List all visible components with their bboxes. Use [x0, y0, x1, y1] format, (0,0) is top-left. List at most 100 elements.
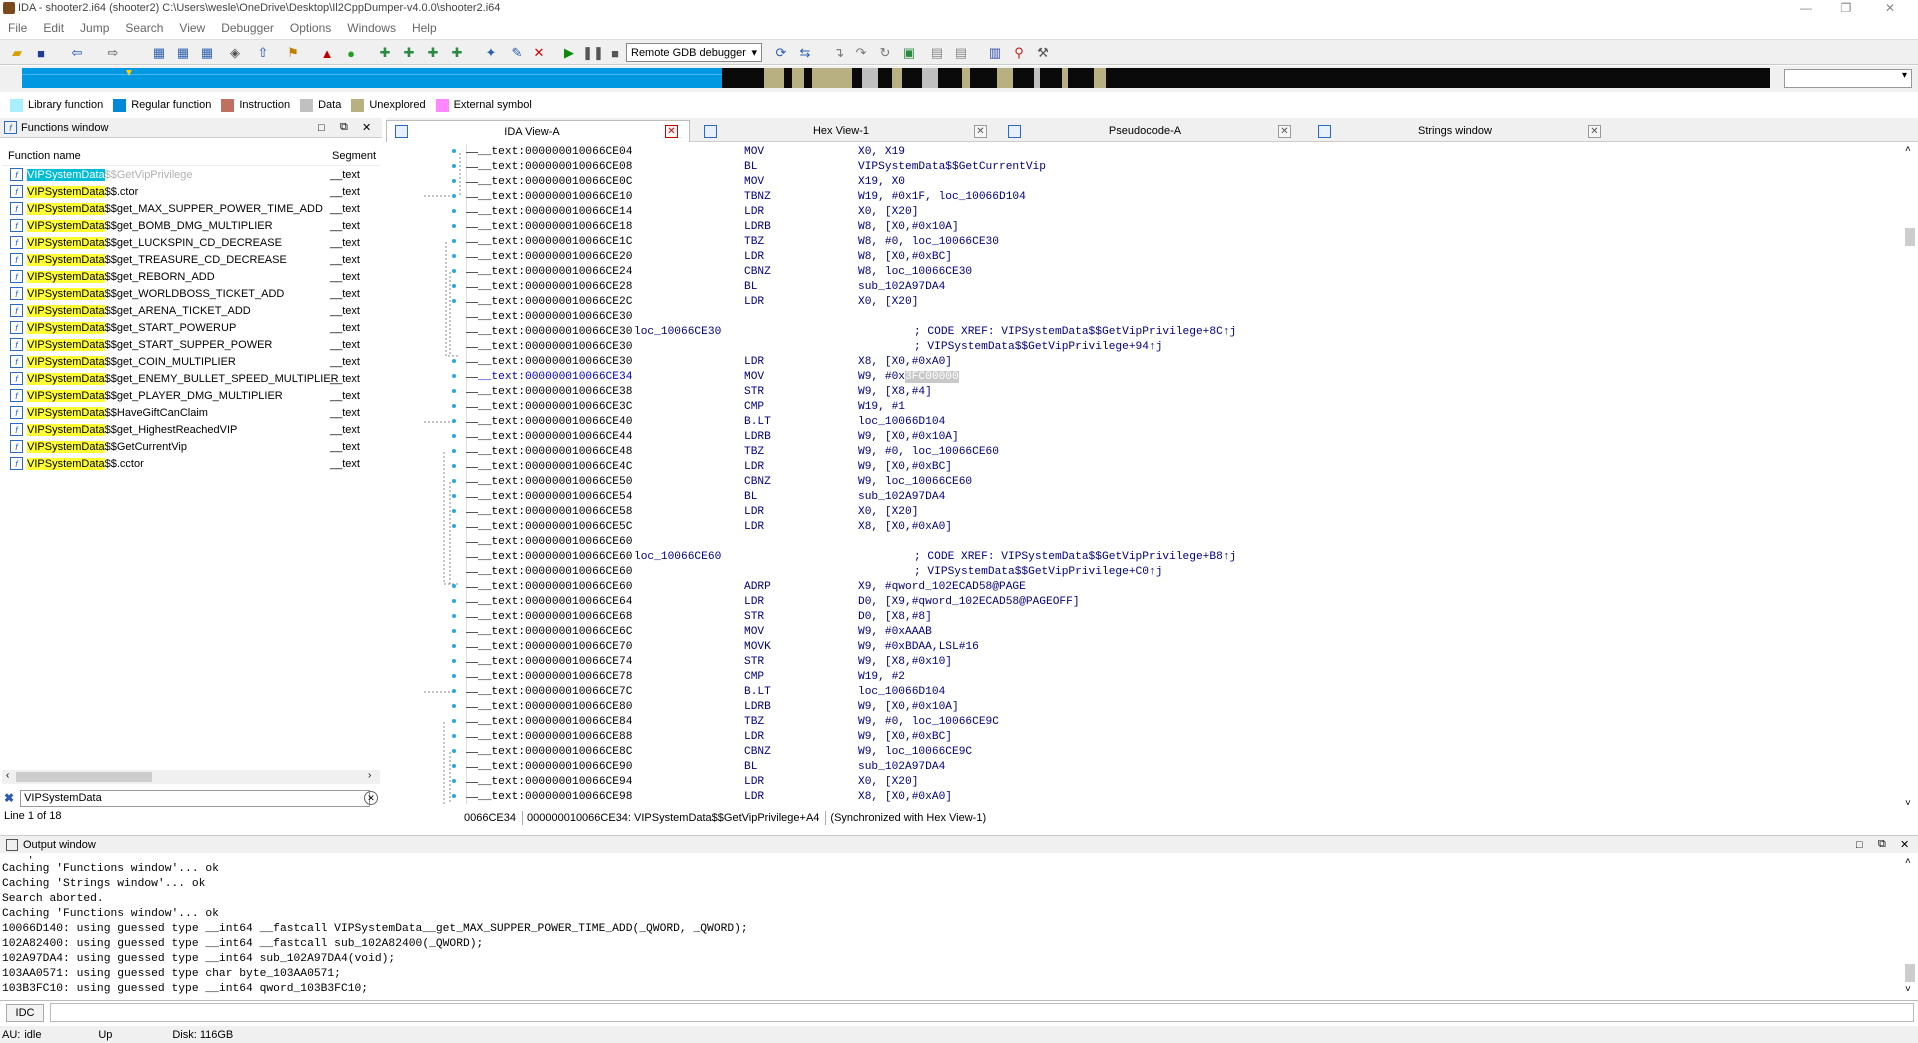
tracing-icon[interactable]: ▤ [952, 44, 970, 62]
disasm-line[interactable]: __text:000000010066CE2C LDR X0, [X20] [386, 295, 1886, 310]
delete-icon[interactable]: ✕ [530, 44, 548, 62]
pause-debug-icon[interactable]: ❚❚ [582, 44, 604, 62]
close-icon[interactable]: ✕ [1870, 0, 1910, 16]
plugin-icon[interactable]: ✦ [482, 44, 500, 62]
disassembly-view[interactable]: __text:000000010066CE04 MOV X0, X19 __text:… [386, 144, 1900, 804]
disasm-line[interactable]: __text:000000010066CE84 TBZ W9, #0, loc_10… [386, 715, 1886, 730]
disasm-line[interactable]: __text:000000010066CE78 CMP W19, #2 [386, 670, 1886, 685]
disasm-line[interactable]: __text:000000010066CE58 LDR X0, [X20] [386, 505, 1886, 520]
minimize-icon[interactable]: — [1786, 0, 1826, 16]
function-row[interactable]: f VIPSystemData $$get_HighestReachedVIP __t… [2, 421, 380, 438]
quick-filter-icon[interactable]: ✖ [4, 791, 14, 805]
function-row[interactable]: f VIPSystemData $$get_WORLDBOSS_TICKET_ADD… [2, 285, 380, 302]
function-row[interactable]: f VIPSystemData $$HaveGiftCanClaim __text [2, 404, 380, 421]
disasm-line[interactable]: __text:000000010066CE5C LDR X8, [X0,#0xA0] [386, 520, 1886, 535]
stop-debug-icon[interactable]: ■ [606, 44, 624, 62]
close-tab-icon[interactable]: ✕ [1278, 124, 1291, 138]
scroll-thumb[interactable] [1905, 228, 1915, 246]
tab-hex-view-1[interactable]: Hex View-1 ✕ [696, 120, 1000, 142]
disasm-line[interactable]: __text:000000010066CE18 LDRB W8, [X0,#0x10… [386, 220, 1886, 235]
tab-pseudocode-a[interactable]: Pseudocode-A ✕ [1000, 120, 1304, 142]
menu-view[interactable]: View [179, 21, 205, 35]
debugger-select[interactable]: Remote GDB debugger ▾ [626, 43, 762, 62]
watch-icon[interactable]: ⚲ [1010, 44, 1028, 62]
xref-icon[interactable]: ⚑ [284, 44, 302, 62]
function-row[interactable]: f VIPSystemData $$get_PLAYER_DMG_MULTIPLIE… [2, 387, 380, 404]
disasm-line[interactable]: __text:000000010066CE44 LDRB W9, [X0,#0x10… [386, 430, 1886, 445]
create-function-icon[interactable]: ✚ [376, 44, 394, 62]
disassembly-vscrollbar[interactable]: ˄ ˅ [1902, 144, 1918, 812]
column-function-name[interactable]: Function name [8, 150, 81, 162]
stack-trace-icon[interactable]: ▥ [986, 44, 1004, 62]
forward-icon[interactable]: ⇨ [104, 44, 122, 62]
function-row[interactable]: f VIPSystemData $$.cctor __text [2, 455, 380, 472]
menu-search[interactable]: Search [125, 21, 163, 35]
search-binary-icon[interactable]: ◈ [226, 44, 244, 62]
disasm-line[interactable]: __text:000000010066CE60 ; VIPSystemData$$… [386, 565, 1886, 580]
scroll-thumb[interactable] [16, 772, 152, 782]
selected-immediate[interactable]: 3FC00000 [905, 371, 959, 383]
disasm-line[interactable]: __text:000000010066CE68 STR D0, [X8,#8] [386, 610, 1886, 625]
close-tab-icon[interactable]: ✕ [974, 124, 987, 138]
run-script-icon[interactable]: ● [342, 44, 360, 62]
disasm-line[interactable]: __text:000000010066CE08 BL VIPSystemData$$… [386, 160, 1886, 175]
start-debug-icon[interactable]: ▶ [560, 44, 578, 62]
function-row[interactable]: f VIPSystemData $$.ctor __text [2, 183, 380, 200]
disasm-line[interactable]: __text:000000010066CE6C MOV W9, #0xAAAB [386, 625, 1886, 640]
attach-icon[interactable]: ⟳ [772, 44, 790, 62]
binary-icon[interactable]: ▦ [150, 44, 168, 62]
disasm-line[interactable]: __text:000000010066CE1C TBZ W8, #0, loc_10… [386, 235, 1886, 250]
disasm-line[interactable]: __text:000000010066CE14 LDR X0, [X20] [386, 205, 1886, 220]
function-row[interactable]: f VIPSystemData $$get_BOMB_DMG_MULTIPLIER _… [2, 217, 380, 234]
disasm-line[interactable]: __text:000000010066CE24 CBNZ W8, loc_10066… [386, 265, 1886, 280]
step-into-icon[interactable]: ↴ [830, 44, 848, 62]
menu-edit[interactable]: Edit [43, 21, 64, 35]
function-row[interactable]: f VIPSystemData $$get_LUCKSPIN_CD_DECREASE… [2, 234, 380, 251]
breakpoint-icon[interactable]: ▤ [928, 44, 946, 62]
save-icon[interactable]: ■ [32, 44, 50, 62]
navigation-select[interactable]: ▾ [1784, 69, 1912, 88]
disasm-line[interactable]: __text:000000010066CE28 BL sub_102A97DA4 [386, 280, 1886, 295]
menu-debugger[interactable]: Debugger [221, 21, 274, 35]
open-icon[interactable]: ▰ [8, 44, 26, 62]
disasm-line[interactable]: __text:000000010066CE40 B.LT loc_10066D104 [386, 415, 1886, 430]
text-icon[interactable]: ▦ [198, 44, 216, 62]
clear-filter-icon[interactable]: ✕ [364, 791, 378, 805]
disasm-line[interactable]: __text:000000010066CE20 LDR W8, [X0,#0xBC] [386, 250, 1886, 265]
disasm-line[interactable]: __text:000000010066CE48 TBZ W9, #0, loc_10… [386, 445, 1886, 460]
create-struct-icon[interactable]: ✚ [400, 44, 418, 62]
step-over-icon[interactable]: ↷ [852, 44, 870, 62]
disasm-line[interactable]: __text:000000010066CE54 BL sub_102A97DA4 [386, 490, 1886, 505]
disasm-line[interactable]: __text:000000010066CE60 ADRP X9, #qword_10… [386, 580, 1886, 595]
add-segment-icon[interactable]: ✚ [448, 44, 466, 62]
disasm-line[interactable]: __text:000000010066CE94 LDR X0, [X20] [386, 775, 1886, 790]
menu-options[interactable]: Options [290, 21, 331, 35]
filter-input[interactable] [20, 789, 371, 807]
function-row[interactable]: f VIPSystemData $$get_ENEMY_BULLET_SPEED_M… [2, 370, 380, 387]
restore-icon[interactable]: □ [318, 122, 325, 134]
disasm-line[interactable]: __text:000000010066CE98 LDR X8, [X0,#0xA0] [386, 790, 1886, 804]
chevron-down-icon[interactable]: ˅ [1905, 984, 1911, 995]
close-icon[interactable]: ✕ [1900, 838, 1909, 851]
maximize-icon[interactable]: ❐ [1826, 0, 1866, 16]
disasm-line[interactable]: __text:000000010066CE7C B.LT loc_10066D104 [386, 685, 1886, 700]
disasm-line[interactable]: __text:000000010066CE4C LDR W9, [X0,#0xBC] [386, 460, 1886, 475]
chevron-left-icon[interactable]: ‹ [6, 770, 9, 781]
disasm-line[interactable]: __text:000000010066CE38 STR W9, [X8,#4] [386, 385, 1886, 400]
hex-icon[interactable]: ▦ [174, 44, 192, 62]
menu-help[interactable]: Help [412, 21, 437, 35]
disasm-line[interactable]: __text:000000010066CE90 BL sub_102A97DA4 [386, 760, 1886, 775]
disasm-line[interactable]: __text:000000010066CE0C MOV X19, X0 [386, 175, 1886, 190]
back-icon[interactable]: ⇦ [68, 44, 86, 62]
function-row[interactable]: f VIPSystemData $$get_START_POWERUP __text [2, 319, 380, 336]
navigation-strip[interactable] [22, 68, 1770, 88]
disasm-line[interactable]: __text:000000010066CE3C CMP W19, #1 [386, 400, 1886, 415]
function-row[interactable]: f VIPSystemData $$get_ARENA_TICKET_ADD __te… [2, 302, 380, 319]
functions-hscrollbar[interactable]: ‹ › [2, 770, 380, 784]
function-row[interactable]: f VIPSystemData $$get_REBORN_ADD __text [2, 268, 380, 285]
patch-icon[interactable]: ✎ [508, 44, 526, 62]
graph-icon[interactable]: ▲ [318, 44, 336, 62]
function-row[interactable]: f VIPSystemData $$get_COIN_MULTIPLIER __tex… [2, 353, 380, 370]
disasm-line[interactable]: __text:000000010066CE74 STR W9, [X8,#0x10] [386, 655, 1886, 670]
chevron-up-icon[interactable]: ˄ [1905, 856, 1911, 867]
